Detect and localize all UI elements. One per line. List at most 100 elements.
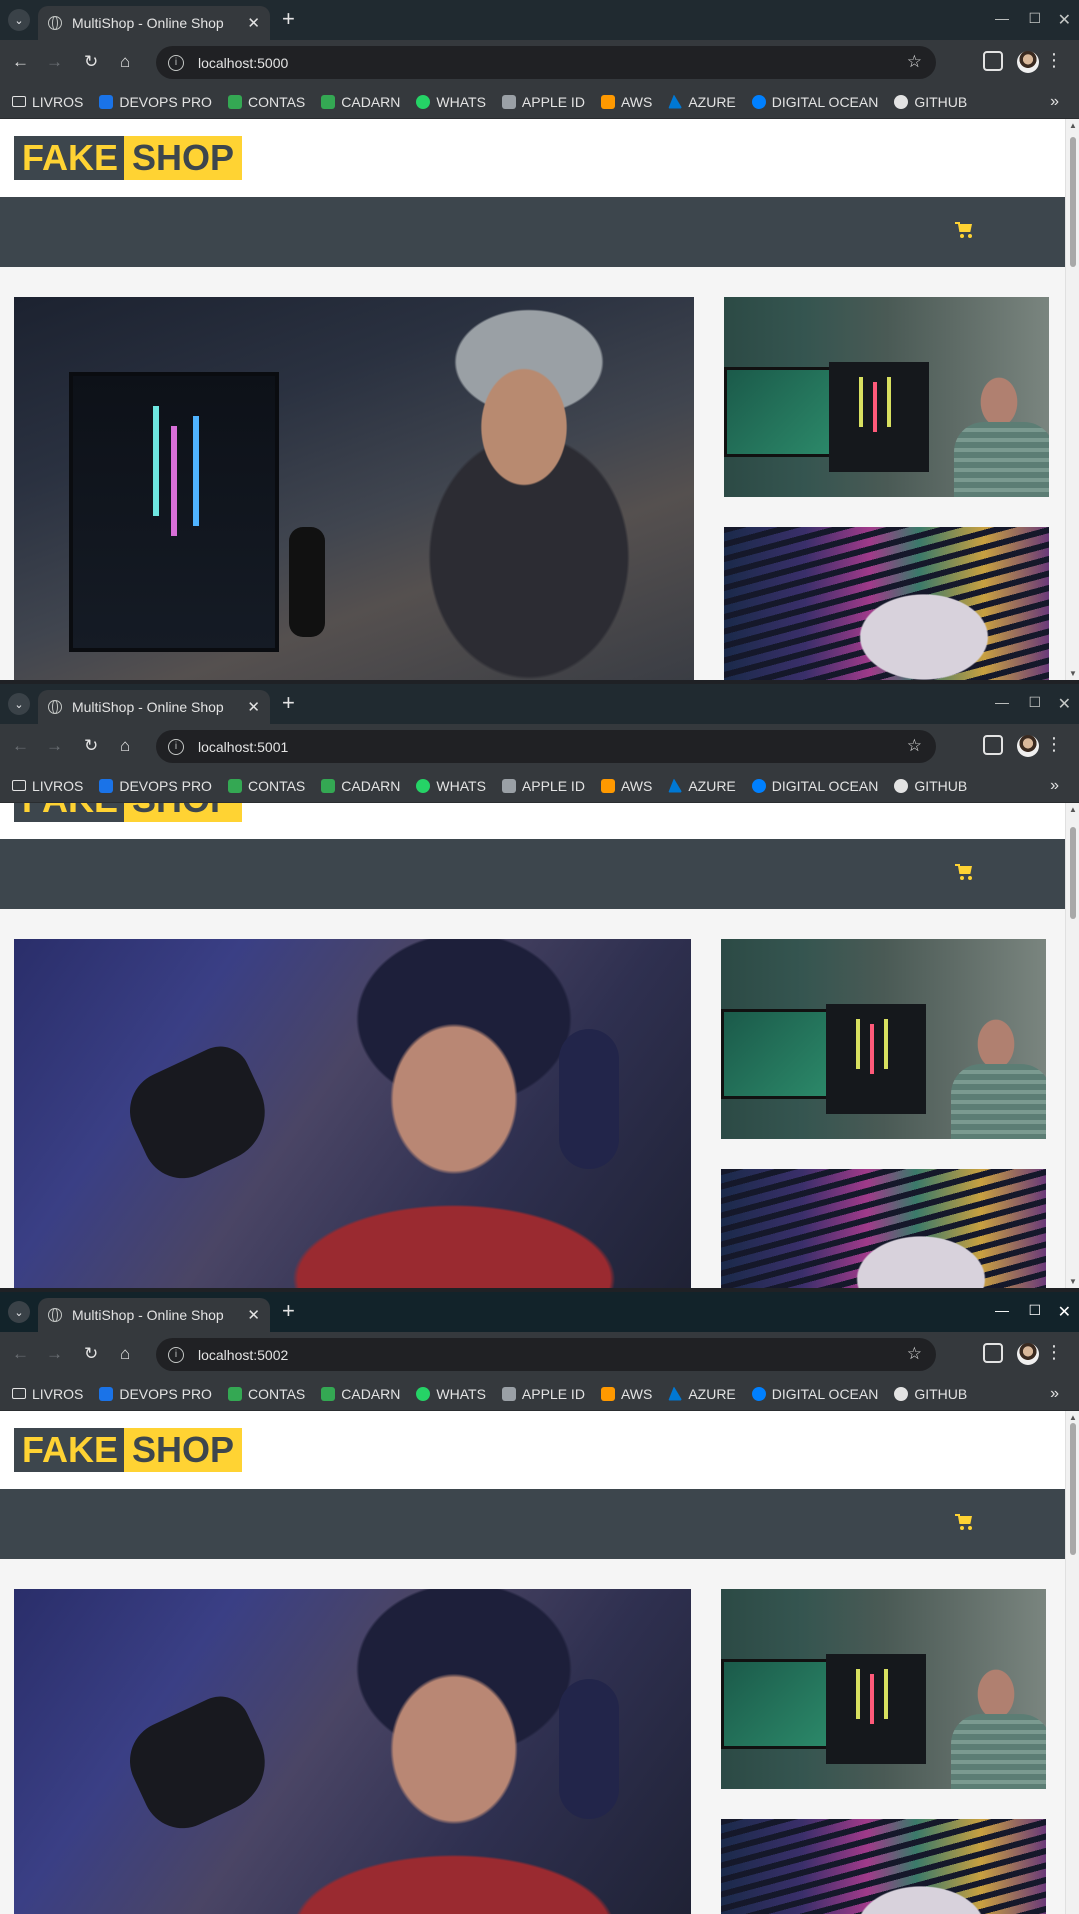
shopping-cart-icon[interactable] bbox=[955, 1514, 973, 1530]
reload-button[interactable]: ↻ bbox=[84, 1344, 98, 1364]
bookmarks-overflow-button[interactable]: » bbox=[1050, 777, 1059, 795]
extensions-icon[interactable] bbox=[983, 735, 1003, 755]
address-bar[interactable]: i localhost:5000 ☆ bbox=[156, 46, 936, 79]
browser-tab[interactable]: MultiShop - Online Shop ✕ bbox=[38, 690, 270, 724]
bookmark-apple-id[interactable]: APPLE ID bbox=[501, 94, 585, 110]
maximize-button[interactable]: ☐ bbox=[1028, 694, 1041, 711]
bookmark-star-icon[interactable]: ☆ bbox=[907, 736, 922, 756]
forward-button[interactable]: → bbox=[46, 52, 63, 72]
offer-banner-1[interactable] bbox=[724, 297, 1049, 497]
home-button[interactable]: ⌂ bbox=[120, 736, 130, 756]
browser-tab[interactable]: MultiShop - Online Shop ✕ bbox=[38, 6, 270, 40]
forward-button[interactable]: → bbox=[46, 736, 63, 756]
offer-banner-2[interactable] bbox=[724, 527, 1049, 680]
offer-banner-1[interactable] bbox=[721, 1589, 1046, 1789]
browser-menu-icon[interactable]: ⋮ bbox=[1045, 734, 1063, 755]
close-window-button[interactable]: ✕ bbox=[1058, 10, 1071, 30]
bookmark-contas[interactable]: CONTAS bbox=[227, 1386, 305, 1402]
offer-banner-2[interactable] bbox=[721, 1169, 1046, 1288]
scroll-up-arrow[interactable]: ▲ bbox=[1069, 121, 1077, 130]
scroll-thumb[interactable] bbox=[1070, 827, 1076, 919]
site-logo[interactable]: FAKE SHOP bbox=[14, 1428, 243, 1472]
extensions-icon[interactable] bbox=[983, 1343, 1003, 1363]
site-info-icon[interactable]: i bbox=[168, 54, 184, 71]
bookmark-digital-ocean[interactable]: DIGITAL OCEAN bbox=[751, 94, 878, 110]
profile-avatar[interactable] bbox=[1017, 1343, 1039, 1365]
bookmark-cadarn[interactable]: CADARN bbox=[321, 94, 400, 110]
bookmark-devops-pro[interactable]: DEVOPS PRO bbox=[99, 778, 212, 794]
minimize-button[interactable]: — bbox=[995, 10, 1009, 26]
bookmark-cadarn[interactable]: CADARN bbox=[321, 778, 400, 794]
page-scrollbar[interactable]: ▲ ▼ bbox=[1065, 119, 1079, 680]
bookmark-digital-ocean[interactable]: DIGITAL OCEAN bbox=[751, 1386, 878, 1402]
bookmark-livros[interactable]: LIVROS bbox=[12, 94, 83, 110]
hero-carousel-image[interactable] bbox=[14, 297, 694, 680]
offer-banner-1[interactable] bbox=[721, 939, 1046, 1139]
tab-close-icon[interactable]: ✕ bbox=[247, 14, 260, 32]
bookmark-github[interactable]: GITHUB bbox=[894, 94, 967, 110]
page-scrollbar[interactable]: ▲ ▼ bbox=[1065, 803, 1079, 1288]
new-tab-button[interactable]: + bbox=[282, 1300, 295, 1322]
new-tab-button[interactable]: + bbox=[282, 8, 295, 30]
tab-close-icon[interactable]: ✕ bbox=[247, 698, 260, 716]
browser-menu-icon[interactable]: ⋮ bbox=[1045, 50, 1063, 71]
profile-avatar[interactable] bbox=[1017, 51, 1039, 73]
profile-avatar[interactable] bbox=[1017, 735, 1039, 757]
tab-search-button[interactable]: ⌄ bbox=[8, 1301, 30, 1323]
bookmark-cadarn[interactable]: CADARN bbox=[321, 1386, 400, 1402]
scroll-thumb[interactable] bbox=[1070, 1423, 1076, 1555]
bookmark-digital-ocean[interactable]: DIGITAL OCEAN bbox=[751, 778, 878, 794]
offer-banner-2[interactable] bbox=[721, 1819, 1046, 1914]
bookmarks-overflow-button[interactable]: » bbox=[1050, 1385, 1059, 1403]
bookmark-azure[interactable]: AZURE bbox=[668, 1386, 736, 1402]
new-tab-button[interactable]: + bbox=[282, 692, 295, 714]
bookmark-star-icon[interactable]: ☆ bbox=[907, 1344, 922, 1364]
bookmark-aws[interactable]: AWS bbox=[600, 778, 652, 794]
bookmark-star-icon[interactable]: ☆ bbox=[907, 52, 922, 72]
hero-carousel-image[interactable] bbox=[14, 1589, 691, 1914]
back-button[interactable]: ← bbox=[12, 52, 29, 72]
bookmark-github[interactable]: GITHUB bbox=[894, 778, 967, 794]
site-info-icon[interactable]: i bbox=[168, 1346, 184, 1363]
scroll-thumb[interactable] bbox=[1070, 137, 1076, 267]
browser-menu-icon[interactable]: ⋮ bbox=[1045, 1342, 1063, 1363]
browser-tab[interactable]: MultiShop - Online Shop ✕ bbox=[38, 1298, 270, 1332]
hero-carousel-image[interactable] bbox=[14, 939, 691, 1288]
bookmark-whats[interactable]: WHATS bbox=[416, 94, 486, 110]
bookmark-apple-id[interactable]: APPLE ID bbox=[501, 778, 585, 794]
bookmark-aws[interactable]: AWS bbox=[600, 1386, 652, 1402]
tab-close-icon[interactable]: ✕ bbox=[247, 1306, 260, 1324]
bookmark-contas[interactable]: CONTAS bbox=[227, 778, 305, 794]
minimize-button[interactable]: — bbox=[995, 1302, 1009, 1318]
bookmarks-overflow-button[interactable]: » bbox=[1050, 93, 1059, 111]
site-info-icon[interactable]: i bbox=[168, 738, 184, 755]
bookmark-devops-pro[interactable]: DEVOPS PRO bbox=[99, 94, 212, 110]
maximize-button[interactable]: ☐ bbox=[1028, 10, 1041, 27]
home-button[interactable]: ⌂ bbox=[120, 1344, 130, 1364]
address-bar[interactable]: i localhost:5002 ☆ bbox=[156, 1338, 936, 1371]
bookmark-azure[interactable]: AZURE bbox=[668, 778, 736, 794]
home-button[interactable]: ⌂ bbox=[120, 52, 130, 72]
close-window-button[interactable]: ✕ bbox=[1058, 694, 1071, 714]
scroll-up-arrow[interactable]: ▲ bbox=[1069, 805, 1077, 814]
bookmark-whats[interactable]: WHATS bbox=[416, 1386, 486, 1402]
back-button[interactable]: ← bbox=[12, 736, 29, 756]
extensions-icon[interactable] bbox=[983, 51, 1003, 71]
shopping-cart-icon[interactable] bbox=[955, 222, 973, 238]
scroll-down-arrow[interactable]: ▼ bbox=[1069, 1277, 1077, 1286]
site-logo[interactable]: FAKE SHOP bbox=[14, 136, 243, 180]
minimize-button[interactable]: — bbox=[995, 694, 1009, 710]
address-bar[interactable]: i localhost:5001 ☆ bbox=[156, 730, 936, 763]
tab-search-button[interactable]: ⌄ bbox=[8, 693, 30, 715]
bookmark-livros[interactable]: LIVROS bbox=[12, 1386, 83, 1402]
reload-button[interactable]: ↻ bbox=[84, 52, 98, 72]
bookmark-azure[interactable]: AZURE bbox=[668, 94, 736, 110]
tab-search-button[interactable]: ⌄ bbox=[8, 9, 30, 31]
back-button[interactable]: ← bbox=[12, 1344, 29, 1364]
scroll-up-arrow[interactable]: ▲ bbox=[1069, 1413, 1077, 1422]
scroll-down-arrow[interactable]: ▼ bbox=[1069, 669, 1077, 678]
bookmark-devops-pro[interactable]: DEVOPS PRO bbox=[99, 1386, 212, 1402]
forward-button[interactable]: → bbox=[46, 1344, 63, 1364]
bookmark-livros[interactable]: LIVROS bbox=[12, 778, 83, 794]
reload-button[interactable]: ↻ bbox=[84, 736, 98, 756]
